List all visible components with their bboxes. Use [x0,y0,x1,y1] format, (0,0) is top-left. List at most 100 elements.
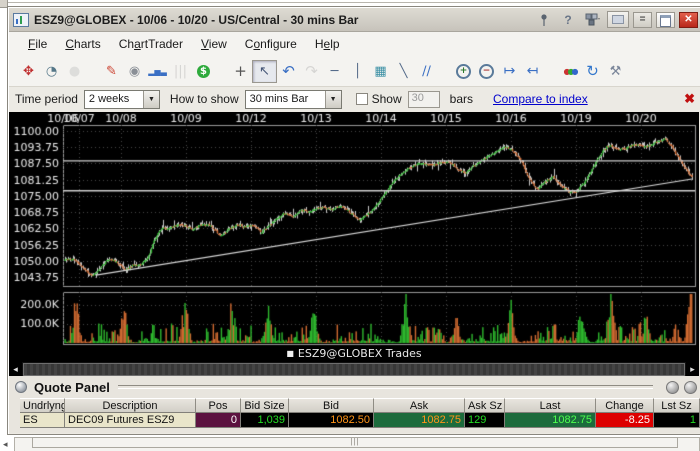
quote-table: UndrlyngDescriptionPosBid SizeBidAskAsk … [20,398,700,428]
settings-wrench-icon[interactable]: ⚒ [604,61,627,82]
channel-tool-icon[interactable]: ∕∕ [415,61,438,82]
gauge-icon[interactable]: ◔ [40,61,63,82]
top-divider [8,2,700,3]
trendline-tool-icon[interactable]: ╲ [392,61,415,82]
scroll-left-arrow[interactable]: ◂ [9,362,22,376]
chart-legend: ■ ESZ9@GLOBEX Trades [9,347,699,360]
legend-bullet-icon: ■ [286,349,294,358]
chart-app-icon [13,13,29,27]
window-title: ESZ9@GLOBEX - 10/06 - 10/20 - US/Central… [34,13,358,27]
grid-lines-icon: ||| [169,61,192,82]
chart-scrollbar-thumb[interactable] [23,363,685,376]
panel-settings-icon[interactable] [684,381,697,394]
toolbar: ✥◔●✎◉▂▅▃|||$+↖↶↷─│▦╲∕∕+−↦↤●●●↻⚒ [9,56,700,86]
show-bars-checkbox[interactable] [356,93,368,105]
cell-pos[interactable]: 0 [196,413,241,428]
refresh-icon[interactable]: ↻ [581,61,604,82]
gauge-disabled-icon: ● [63,61,86,82]
bars-label: bars [450,92,473,106]
scroll-chart-right-icon[interactable]: ↦ [498,61,521,82]
draw-pencil-icon[interactable]: ✎ [100,61,123,82]
pointer-tool-icon[interactable]: ↖ [252,60,277,83]
scroll-chart-left-icon[interactable]: ↤ [521,61,544,82]
chart-window: ESZ9@GLOBEX - 10/06 - 10/20 - US/Central… [7,6,700,435]
pin-icon[interactable] [535,12,553,28]
column-header-bid[interactable]: Bid [289,398,374,413]
close-controls-icon[interactable]: ✖ [684,91,695,107]
column-header-last[interactable]: Last [505,398,596,413]
blocks-icon[interactable] [583,12,601,28]
panel-knob-icon[interactable] [15,381,27,393]
cell-last[interactable]: 1082.75 [505,413,596,428]
bar-chart-icon[interactable]: ▂▅▃ [146,61,169,82]
legend-label: ESZ9@GLOBEX Trades [298,347,422,360]
horizontal-line-tool-icon[interactable]: ─ [323,61,346,82]
quote-panel-header: Quote Panel [15,379,697,395]
cell-undrlyng[interactable]: ES [20,413,65,428]
cell-ask[interactable]: 1082.75 [374,413,465,428]
menu-item-help[interactable]: Help [306,34,349,54]
column-header-description[interactable]: Description [65,398,196,413]
restore-button[interactable] [656,12,675,28]
close-button[interactable]: ✕ [679,12,698,28]
menu-bar: FileChartsChartTraderViewConfigureHelp [9,32,700,57]
redo-icon: ↷ [300,61,323,82]
time-period-label: Time period [15,92,78,106]
zoom-in-icon[interactable]: + [452,61,475,82]
cell-change[interactable]: -8.25 [596,413,654,428]
how-to-show-select[interactable]: 30 mins Bar ▼ [245,90,342,109]
menu-item-charts[interactable]: Charts [56,34,109,54]
chevron-down-icon[interactable]: ▼ [143,91,159,108]
cell-bid_size[interactable]: 1,039 [241,413,289,428]
quote-header-row: UndrlyngDescriptionPosBid SizeBidAskAsk … [20,398,700,413]
scroll-right-arrow[interactable]: ▸ [686,362,699,376]
help-icon[interactable]: ? [559,12,577,28]
crosshair-icon[interactable]: + [229,61,252,82]
chevron-down-icon[interactable]: ▼ [325,91,341,108]
minimize-button[interactable]: = [633,12,652,28]
bars-count-input[interactable]: 30 [408,91,440,108]
cell-ask_sz[interactable]: 129 [465,413,505,428]
quote-panel-title: Quote Panel [34,380,110,395]
price-volume-chart[interactable] [9,112,699,362]
column-header-ask_sz[interactable]: Ask Sz [465,398,505,413]
screen: ESZ9@GLOBEX - 10/06 - 10/20 - US/Central… [0,0,700,451]
title-bar[interactable]: ESZ9@GLOBEX - 10/06 - 10/20 - US/Central… [9,8,700,32]
cell-description[interactable]: DEC09 Futures ESZ9 [65,413,196,428]
dollar-icon[interactable]: $ [192,61,215,82]
chart-area: ■ ESZ9@GLOBEX Trades [9,112,699,362]
move-tool-icon[interactable]: ✥ [17,61,40,82]
quote-row[interactable]: ESDEC09 Futures ESZ901,0391082.501082.75… [20,413,700,428]
outer-scrollbar-thumb[interactable]: ||| [32,437,678,448]
vertical-line-tool-icon[interactable]: │ [346,61,369,82]
cell-lst_sz[interactable]: 1 [654,413,700,428]
undo-icon[interactable]: ↶ [277,61,300,82]
shape-circle-icon[interactable]: ◉ [123,61,146,82]
spheres-icon[interactable]: ●●● [558,61,581,82]
float-window-button[interactable] [607,11,629,28]
column-header-bid_size[interactable]: Bid Size [241,398,289,413]
study-tool-icon[interactable]: ▦ [369,61,392,82]
panel-tool-icon[interactable] [666,381,679,394]
zoom-out-icon[interactable]: − [475,61,498,82]
menu-item-configure[interactable]: Configure [236,34,306,54]
time-period-select[interactable]: 2 weeks ▼ [84,90,160,109]
how-to-show-label: How to show [170,92,239,106]
menu-item-charttrader[interactable]: ChartTrader [110,34,192,54]
chart-scrollbar[interactable]: ◂ ▸ [9,362,699,376]
chart-controls-row: Time period 2 weeks ▼ How to show 30 min… [9,86,700,111]
column-header-change[interactable]: Change [596,398,654,413]
menu-item-file[interactable]: File [19,34,56,54]
show-label: Show [372,92,402,106]
column-header-ask[interactable]: Ask [374,398,465,413]
menu-item-view[interactable]: View [192,34,236,54]
column-header-lst_sz[interactable]: Lst Sz [654,398,700,413]
quote-panel: Quote Panel UndrlyngDescriptionPosBid Si… [9,376,700,433]
header-separator [118,385,653,389]
outer-scroll-left-arrow[interactable]: ◂ [3,439,8,450]
cell-bid[interactable]: 1082.50 [289,413,374,428]
column-header-undrlyng[interactable]: Undrlyng [20,398,65,413]
outer-horizontal-scrollbar[interactable]: ◂ ||| [0,436,700,451]
column-header-pos[interactable]: Pos [196,398,241,413]
compare-to-index-link[interactable]: Compare to index [493,92,588,106]
